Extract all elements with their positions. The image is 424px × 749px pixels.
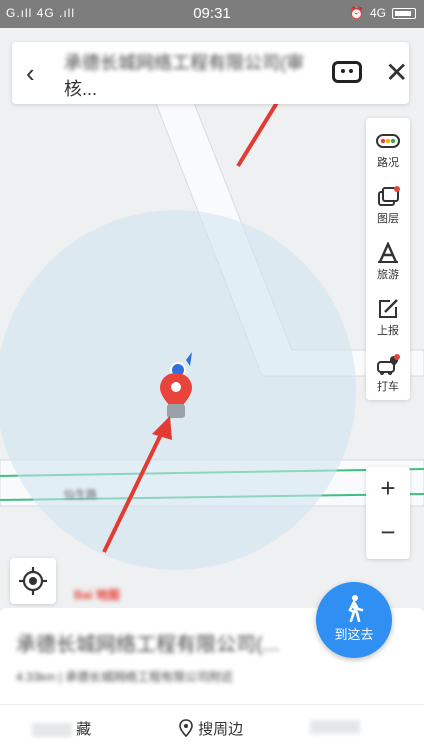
place-title: 承德长城网络工程有限公司(... xyxy=(16,634,280,656)
search-query[interactable]: 承德长城网络工程有限公司(审 核... xyxy=(64,50,314,102)
zoom-controls: + − xyxy=(366,467,410,559)
map-canvas[interactable]: 仙生路 xyxy=(0,28,424,608)
go-here-button[interactable]: 到这去 xyxy=(316,582,392,658)
favorite-icon xyxy=(32,723,72,738)
battery-icon xyxy=(392,7,416,19)
more-action-button[interactable] xyxy=(310,718,360,735)
status-right: ⏰ 4G xyxy=(349,6,416,20)
status-bar: G.ıll 4G .ıll 09:31 ⏰ 4G xyxy=(0,0,424,28)
search-query-line2: 核... xyxy=(64,79,98,99)
locate-me-button[interactable] xyxy=(10,558,56,604)
crosshair-icon xyxy=(19,567,47,595)
map-tools-panel: 路况 图层 旅游 上报 打车 xyxy=(366,118,410,400)
back-icon[interactable]: ‹ xyxy=(26,58,35,89)
report-button[interactable]: 上报 xyxy=(366,290,410,346)
zoom-out-button[interactable]: − xyxy=(366,517,410,548)
close-icon[interactable]: ✕ xyxy=(385,56,408,89)
favorite-button[interactable]: 藏 xyxy=(32,718,91,739)
zoom-in-button[interactable]: + xyxy=(366,473,410,504)
search-bar[interactable]: ‹ 承德长城网络工程有限公司(审 核... ✕ xyxy=(12,42,409,104)
voice-assistant-icon[interactable] xyxy=(332,61,362,83)
go-here-label: 到这去 xyxy=(334,627,374,642)
walking-person-icon xyxy=(348,595,364,622)
search-nearby-button[interactable]: 搜周边 xyxy=(178,718,243,739)
pin-base-icon xyxy=(167,404,185,418)
layers-button[interactable]: 图层 xyxy=(366,178,410,234)
taxi-button[interactable]: 打车 xyxy=(366,346,410,402)
layers-icon xyxy=(378,186,400,206)
map-logo: Bai 地图 xyxy=(74,586,144,606)
location-pin-icon xyxy=(179,719,193,738)
search-nearby-label: 搜周边 xyxy=(198,721,244,738)
road-label: 仙生路 xyxy=(64,487,97,501)
favorite-label: 藏 xyxy=(76,721,92,738)
travel-label: 旅游 xyxy=(377,269,399,281)
traffic-label: 路况 xyxy=(377,157,399,169)
travel-icon xyxy=(378,242,398,263)
place-pin-dot xyxy=(171,382,181,392)
taxi-icon xyxy=(377,354,400,375)
map-graphics: 仙生路 xyxy=(0,80,424,570)
layers-label: 图层 xyxy=(377,213,399,225)
alarm-icon: ⏰ xyxy=(349,6,364,20)
travel-button[interactable]: 旅游 xyxy=(366,234,410,290)
map-logo-text: Bai 地图 xyxy=(74,588,121,602)
taxi-label: 打车 xyxy=(377,381,399,393)
more-action-icon xyxy=(310,720,360,735)
traffic-button[interactable]: 路况 xyxy=(366,122,410,178)
search-query-line1: 承德长城网络工程有限公司(审 xyxy=(64,53,304,73)
report-label: 上报 xyxy=(377,325,399,337)
traffic-light-icon xyxy=(376,134,400,148)
report-edit-icon xyxy=(379,299,398,318)
network-label: 4G xyxy=(369,6,386,20)
place-subtitle: 4.33km | 承德长城网络工程有限公司附近 xyxy=(16,670,234,684)
sheet-divider xyxy=(0,704,424,705)
